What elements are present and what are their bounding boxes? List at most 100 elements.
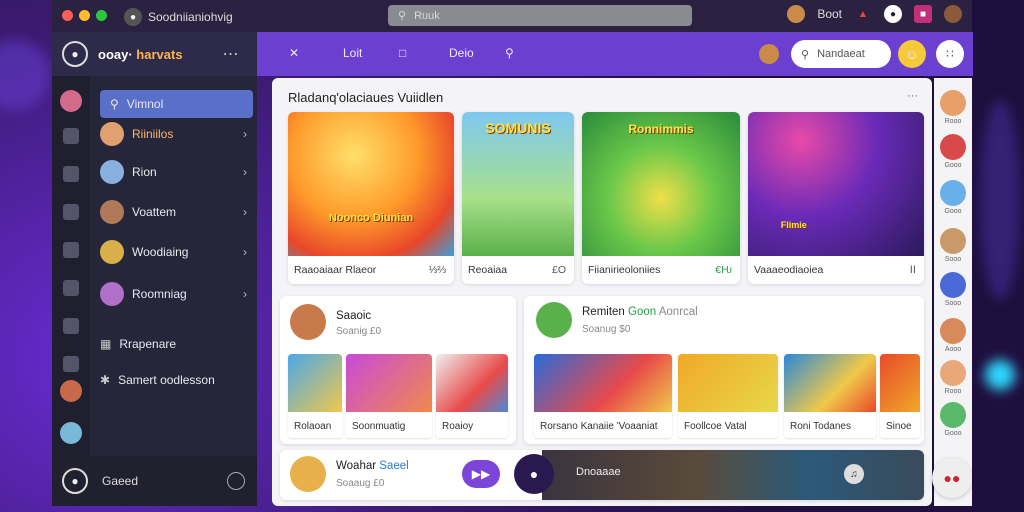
game-icon[interactable]: ● [62,468,88,494]
sidebar-search[interactable]: ⚲ Vimnol [100,90,253,118]
profile-avatar[interactable] [944,5,962,23]
game-thumbnail: SOMUNIS [462,112,574,256]
friend-name: Remiten Goon Aonrcal [582,306,698,318]
user-avatar[interactable] [787,5,806,23]
emoji-icon[interactable]: ☺ [898,40,926,68]
friend-status: Soanug $0 [582,324,631,335]
sidebar-item-settings[interactable]: ✱ Samert oodlesson [100,366,253,394]
topbar-avatar[interactable] [759,44,779,64]
controller-icon[interactable]: ● [514,454,554,494]
game-tile[interactable]: Foollcoe Vatal [678,354,778,438]
friend-avatar-item[interactable]: Gooo [937,402,969,437]
controller-fab-icon[interactable]: ●● [932,458,972,498]
background-glow [980,100,1020,300]
app-title: ● Soodniianiohvig [124,8,233,26]
friend-avatar-item[interactable]: Gooo [937,180,969,215]
friend-label: Gooo [944,208,962,215]
chat-icon[interactable]: ● [884,5,902,23]
global-search[interactable]: ⚲ Ruuk [388,5,692,26]
game-tile[interactable]: Rorsano Kanaiie 'Voaaniat [534,354,672,438]
gift-icon[interactable]: ■ [914,5,932,23]
friend-avatar-item[interactable]: Aooo [937,318,969,353]
rail-avatar[interactable] [60,380,82,402]
minimize-window-button[interactable] [79,10,90,21]
nav-item-deio[interactable]: Deio [449,46,474,60]
sidebar-item-browse[interactable]: ▦ Rrapenare [100,330,253,358]
sidebar: ● ooay· harvats ⋯ ⚲ Vimnol Riiniilos › R… [52,32,257,506]
chevron-right-icon: › [243,205,247,219]
notification-icon[interactable]: ▲ [854,5,872,23]
brand-logo-icon[interactable]: ● [62,41,88,67]
avatar [100,282,124,306]
game-thumbnail [436,354,508,412]
maximize-window-button[interactable] [96,10,107,21]
rail-avatar[interactable] [60,422,82,444]
friend-avatar-item[interactable]: Sooo [937,228,969,263]
close-window-button[interactable] [62,10,73,21]
game-title: Rorsano Kanaiie 'Voaaniat [540,421,658,432]
rail-avatar[interactable] [60,90,82,112]
featured-game-card[interactable]: Ronnimmis Fiianirieoloniies €Ƕ [582,112,740,284]
apps-icon[interactable]: ∷ [936,40,964,68]
friend-label: Gooo [944,162,962,169]
sidebar-item-friend[interactable]: Rion › [100,158,253,186]
avatar[interactable] [290,304,326,340]
game-tile[interactable]: Soonmuatig [346,354,432,438]
controller-icon[interactable] [227,472,245,490]
topbar-search[interactable]: ⚲ Nandaeat [791,40,891,68]
avatar [940,90,966,116]
game-title: Foollcoe Vatal [684,421,747,432]
avatar [940,272,966,298]
footer-label[interactable]: Gaeed [102,474,138,488]
grid-icon[interactable] [63,280,79,296]
brand-name: ooay· harvats [98,46,183,62]
music-icon[interactable]: ♫ [844,464,864,484]
friend-label: Sooo [944,300,962,307]
store-icon[interactable] [63,128,79,144]
globe-icon[interactable] [63,318,79,334]
home-icon[interactable] [63,356,79,372]
sidebar-item-friend[interactable]: Woodiaing › [100,238,253,266]
friends-icon[interactable] [63,204,79,220]
game-thumbnail [880,354,920,412]
nav-item-loit[interactable]: Loit [343,46,362,60]
game-tile[interactable]: Sinoe [880,354,920,438]
featured-game-card[interactable]: Flimie Vaaaeodiaoiea ⅠⅠ [748,112,924,284]
banner-label: Dnoaaae [576,466,621,478]
friend-avatar-item[interactable]: Gooo [937,134,969,169]
window-titlebar: ● Soodniianiohvig ⚲ Ruuk Boot ▲ ● ■ [52,0,972,32]
sidebar-item-friend[interactable]: Voattem › [100,198,253,226]
avatar[interactable] [290,456,326,492]
sidebar-item-friend[interactable]: Riiniilos › [100,120,253,148]
featured-game-card[interactable]: SOMUNIS Reoaiaa £O [462,112,574,284]
chevron-right-icon: › [243,165,247,179]
friend-avatar-item[interactable]: Rooo [937,360,969,395]
featured-game-card[interactable]: Noonco Diunian Raaoaiaar Rlaeor ⅓⅔ [288,112,454,284]
game-thumbnail [534,354,672,412]
sidebar-rail [52,76,90,456]
friend-avatar-item[interactable]: Rooo [937,90,969,125]
friend-avatar-item[interactable]: Sooo [937,272,969,307]
bag-icon[interactable]: □ [399,46,406,60]
game-tile[interactable]: Roni Todanes [784,354,876,438]
more-icon[interactable]: ⋯ [223,44,239,64]
section-more-button[interactable]: ··· [907,90,918,102]
sidebar-item-friend[interactable]: Roomniag › [100,280,253,308]
user-label[interactable]: Boot [817,7,842,21]
grid-icon: ▦ [100,337,112,351]
game-tile[interactable]: Rolaoan [288,354,342,438]
game-title: Rolaoan [294,421,332,432]
game-title: Raaoaiaar Rlaeor [294,264,377,276]
avatar[interactable] [536,302,572,338]
friend-label: Rooo [944,388,962,395]
library-icon[interactable] [63,166,79,182]
friend-name: Saaoic [336,310,372,322]
sidebar-footer: ● Gaeed [52,456,257,506]
game-thumbnail: Noonco Diunian [288,112,454,256]
shuffle-icon[interactable]: ✕ [289,46,299,60]
game-tile[interactable]: Roaioy [436,354,508,438]
avatar [100,122,124,146]
downloads-icon[interactable] [63,242,79,258]
play-button[interactable]: ▶▶ [462,460,500,488]
search-icon[interactable]: ⚲ [505,46,514,60]
